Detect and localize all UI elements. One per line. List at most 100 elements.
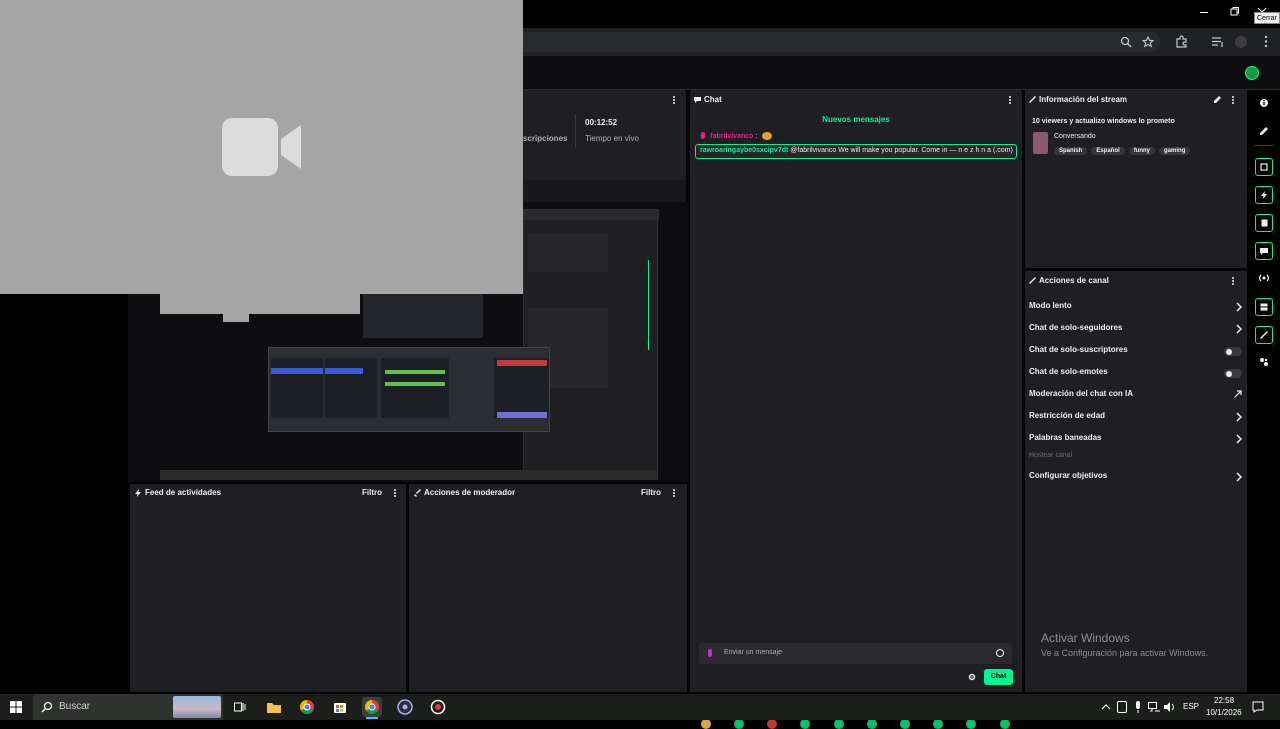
- lightning-icon: [135, 489, 141, 497]
- subscribers-only-toggle[interactable]: [1224, 347, 1242, 356]
- activation-watermark-text: Ve a Configuración para activar Windows.: [1041, 648, 1209, 658]
- live-time-label: Tiempo en vivo: [585, 134, 639, 143]
- ai-moderation-row[interactable]: Moderación del chat con IA: [1029, 389, 1244, 403]
- bookmark-star-icon[interactable]: [1142, 36, 1154, 48]
- info-icon[interactable]: [1259, 98, 1269, 108]
- slow-mode-row[interactable]: Modo lento: [1029, 301, 1244, 315]
- minimize-button[interactable]: [1198, 6, 1210, 18]
- chevron-right-icon: [1236, 412, 1242, 422]
- notification-icon[interactable]: [1252, 701, 1264, 713]
- age-restriction-row[interactable]: Restricción de edad: [1029, 411, 1244, 425]
- file-explorer-icon[interactable]: [264, 697, 284, 717]
- layout-button[interactable]: [1255, 298, 1273, 316]
- chrome-icon[interactable]: [297, 697, 317, 717]
- video-camera-icon: [221, 117, 303, 177]
- highlighted-chat-message: rawroaringaybe0sxcipv7dt @fabrilvivanco …: [695, 144, 1017, 159]
- clock-date[interactable]: 10/1/2026: [1206, 708, 1242, 717]
- emote-icon[interactable]: [933, 719, 943, 729]
- emote-icon[interactable]: [900, 719, 910, 729]
- emote-icon[interactable]: [867, 719, 877, 729]
- followers-only-row[interactable]: Chat de solo-seguidores: [1029, 323, 1244, 337]
- store-icon[interactable]: [330, 697, 350, 717]
- address-bar[interactable]: [523, 32, 1160, 52]
- preview-obs-window: [268, 347, 550, 432]
- row-label: Moderación del chat con IA: [1029, 389, 1134, 398]
- microphone-icon[interactable]: [1134, 701, 1142, 713]
- stats-menu-icon[interactable]: [672, 95, 676, 105]
- emote-icon[interactable]: [1000, 719, 1010, 729]
- rail-divider: [1254, 145, 1274, 146]
- emote-icon[interactable]: [834, 719, 844, 729]
- tray-app-icon[interactable]: [1117, 701, 1127, 713]
- restore-button[interactable]: [1228, 6, 1240, 18]
- tag[interactable]: gaming: [1159, 147, 1191, 155]
- network-icon[interactable]: [1148, 702, 1160, 712]
- stats-divider: [575, 114, 576, 148]
- language-indicator[interactable]: ESP: [1183, 702, 1199, 711]
- channel-actions-title: Acciones de canal: [1039, 276, 1109, 285]
- emote-picker-icon[interactable]: [996, 649, 1004, 657]
- close-tooltip: Cerrar: [1254, 12, 1280, 24]
- profile-avatar[interactable]: [1235, 36, 1247, 48]
- extensions-puzzle-icon[interactable]: [1259, 357, 1269, 367]
- search-placeholder: Buscar: [59, 701, 91, 712]
- chrome-active-icon[interactable]: [362, 697, 382, 717]
- taskbar-search-box[interactable]: Buscar: [33, 694, 223, 720]
- task-view-icon[interactable]: [234, 701, 246, 713]
- browser-menu-icon[interactable]: [1263, 35, 1269, 48]
- chat-input[interactable]: Enviar un mensaje: [699, 643, 1012, 664]
- windows-start-icon[interactable]: [10, 701, 22, 713]
- activity-feed-title: Feed de actividades: [145, 488, 222, 497]
- stream-category[interactable]: Conversando: [1054, 133, 1096, 140]
- stream-info-menu-icon[interactable]: [1231, 95, 1235, 105]
- row-label: Configurar objetivos: [1029, 471, 1108, 480]
- camera-off-overlay: [0, 0, 523, 294]
- broadcast-icon[interactable]: [1258, 273, 1270, 283]
- mod-menu-icon[interactable]: [672, 488, 676, 498]
- mod-filter-button[interactable]: Filtro: [641, 488, 661, 497]
- chat-menu-icon[interactable]: [1008, 95, 1012, 105]
- chat-username[interactable]: fabrilvivanco: [710, 133, 753, 140]
- extensions-icon[interactable]: [1175, 35, 1188, 48]
- activation-watermark-title: Activar Windows: [1041, 631, 1130, 645]
- clock-time[interactable]: 22:58: [1214, 696, 1234, 705]
- tag[interactable]: funny: [1128, 147, 1156, 155]
- chat-settings-icon[interactable]: [968, 673, 976, 681]
- edit-pencil-icon[interactable]: [1213, 96, 1221, 104]
- chat-username[interactable]: rawroaringaybe0sxcipv7dt: [700, 147, 788, 154]
- edit-icon[interactable]: [1259, 126, 1269, 136]
- zoom-icon[interactable]: [1120, 36, 1132, 48]
- emote-icon[interactable]: [734, 719, 744, 729]
- channel-actions-menu-icon[interactable]: [1231, 276, 1235, 286]
- activity-feed-panel: Feed de actividades Filtro: [130, 484, 406, 692]
- new-messages-banner[interactable]: Nuevos mensajes: [690, 115, 1022, 124]
- emote-icon[interactable]: [966, 719, 976, 729]
- record-app-icon[interactable]: [428, 697, 448, 717]
- banned-words-row[interactable]: Palabras baneadas: [1029, 433, 1244, 447]
- activity-filter-button[interactable]: Filtro: [362, 488, 382, 497]
- boost-button[interactable]: [1255, 186, 1273, 204]
- configure-goals-row[interactable]: Configurar objetivos: [1029, 471, 1244, 485]
- mic-icon[interactable]: [708, 649, 712, 657]
- tag[interactable]: Spanish: [1054, 147, 1088, 155]
- notes-button[interactable]: [1255, 214, 1273, 232]
- tools-button[interactable]: [1255, 326, 1273, 344]
- user-avatar[interactable]: [1245, 66, 1259, 80]
- emote-icon[interactable]: [767, 719, 777, 729]
- tray-chevron-icon[interactable]: [1101, 703, 1111, 711]
- host-channel-row: Hostear canal: [1029, 452, 1244, 466]
- obs-icon[interactable]: [395, 697, 415, 717]
- wrench-icon: [1029, 96, 1036, 103]
- emote-icon[interactable]: [800, 719, 810, 729]
- subscriptions-label: scripciones: [523, 134, 568, 143]
- live-time-value: 00:12:52: [585, 118, 618, 127]
- activity-menu-icon[interactable]: [393, 488, 397, 498]
- emote-icon[interactable]: [701, 719, 711, 729]
- speaker-icon[interactable]: [1164, 702, 1176, 712]
- chat-bubble-button[interactable]: [1255, 242, 1273, 260]
- media-control-icon[interactable]: [1211, 35, 1224, 48]
- clip-button[interactable]: [1255, 158, 1273, 176]
- chat-send-button[interactable]: Chat: [984, 669, 1013, 685]
- emote-only-toggle[interactable]: [1224, 369, 1242, 378]
- tag[interactable]: Español: [1091, 147, 1125, 155]
